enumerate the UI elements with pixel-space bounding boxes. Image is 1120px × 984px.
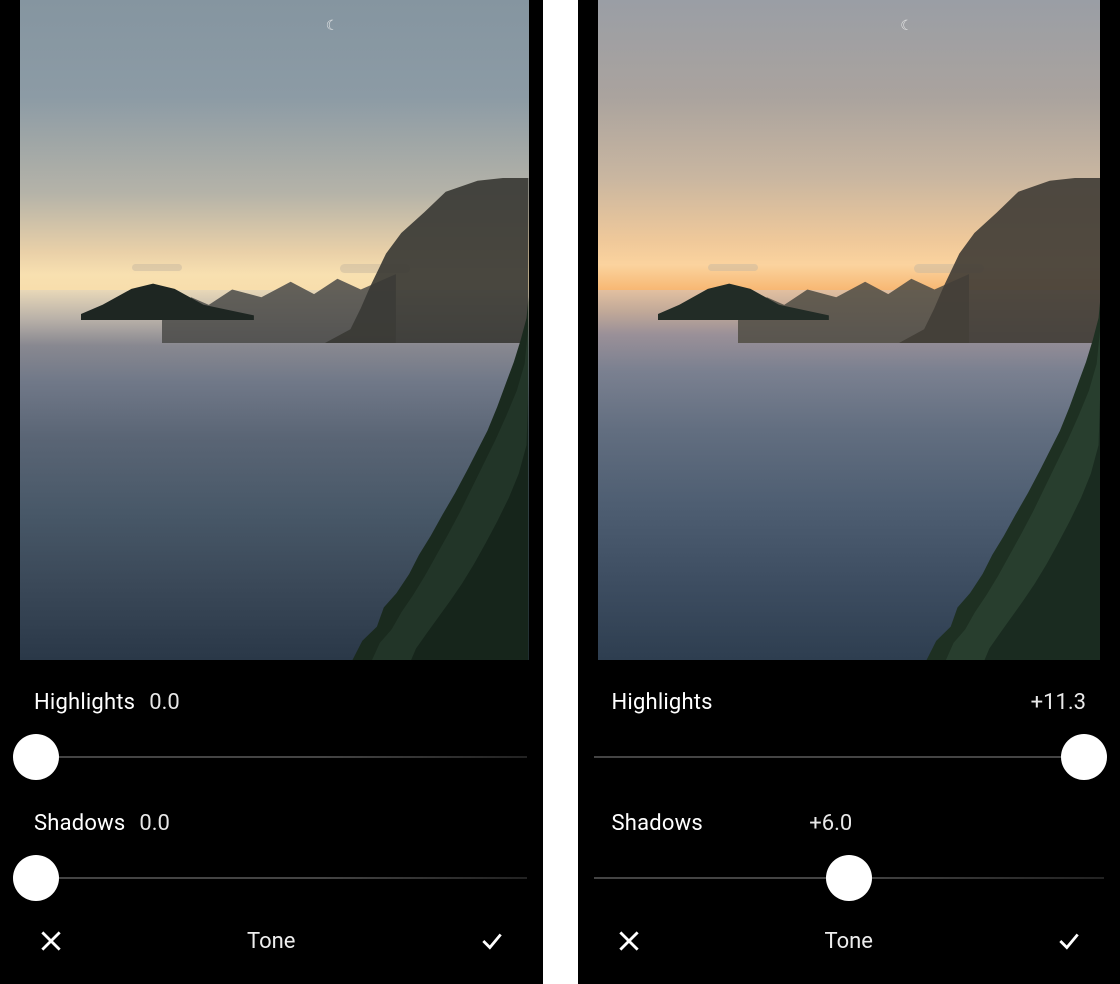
- forest-shape: [598, 297, 1101, 660]
- slider-handle[interactable]: [1061, 734, 1107, 780]
- check-icon: [479, 928, 505, 954]
- image-preview: ☾: [20, 0, 529, 660]
- slider-track-line: [594, 757, 1105, 758]
- highlights-value: +11.3: [1031, 690, 1086, 715]
- shadows-slider-group: Shadows 0.0: [16, 811, 527, 902]
- shadows-slider-group: Shadows +6.0: [594, 811, 1105, 902]
- shadows-slider[interactable]: [594, 854, 1105, 902]
- bottom-bar: Tone: [16, 902, 527, 984]
- highlights-slider-group: Highlights 0.0: [16, 690, 527, 781]
- preview-scene: ☾: [20, 0, 529, 660]
- controls-area: Highlights 0.0 Shadows 0.0 Tone: [0, 660, 543, 984]
- bottom-bar: Tone: [594, 902, 1105, 984]
- editor-panel-before: ☾ Highlights: [0, 0, 543, 984]
- confirm-button[interactable]: [1054, 926, 1084, 956]
- shadows-label: Shadows: [612, 811, 703, 836]
- highlights-slider[interactable]: [594, 733, 1105, 781]
- highlights-label: Highlights: [34, 690, 135, 715]
- panel-title: Tone: [247, 929, 295, 954]
- highlights-slider-group: Highlights +11.3: [594, 690, 1105, 781]
- cancel-button[interactable]: [36, 926, 66, 956]
- highlights-value: 0.0: [149, 690, 180, 715]
- moon-icon: ☾: [326, 18, 339, 34]
- cancel-button[interactable]: [614, 926, 644, 956]
- highlights-slider[interactable]: [16, 733, 527, 781]
- highlights-label: Highlights: [612, 690, 713, 715]
- slider-handle[interactable]: [826, 855, 872, 901]
- preview-scene: ☾: [598, 0, 1101, 660]
- shadows-slider[interactable]: [16, 854, 527, 902]
- moon-icon: ☾: [900, 18, 913, 34]
- shadows-value: +6.0: [809, 811, 852, 836]
- image-preview: ☾: [598, 0, 1101, 660]
- editor-panel-after: ☾ Highlights: [578, 0, 1120, 984]
- slider-track-line: [16, 878, 527, 879]
- panel-title: Tone: [825, 929, 873, 954]
- close-icon: [38, 928, 64, 954]
- close-icon: [616, 928, 642, 954]
- slider-track-line: [16, 757, 527, 758]
- shadows-value: 0.0: [139, 811, 170, 836]
- check-icon: [1056, 928, 1082, 954]
- slider-handle[interactable]: [13, 855, 59, 901]
- controls-area: Highlights +11.3 Shadows +6.0 Tone: [578, 660, 1120, 984]
- shadows-label: Shadows: [34, 811, 125, 836]
- forest-shape: [20, 297, 529, 660]
- confirm-button[interactable]: [477, 926, 507, 956]
- slider-handle[interactable]: [13, 734, 59, 780]
